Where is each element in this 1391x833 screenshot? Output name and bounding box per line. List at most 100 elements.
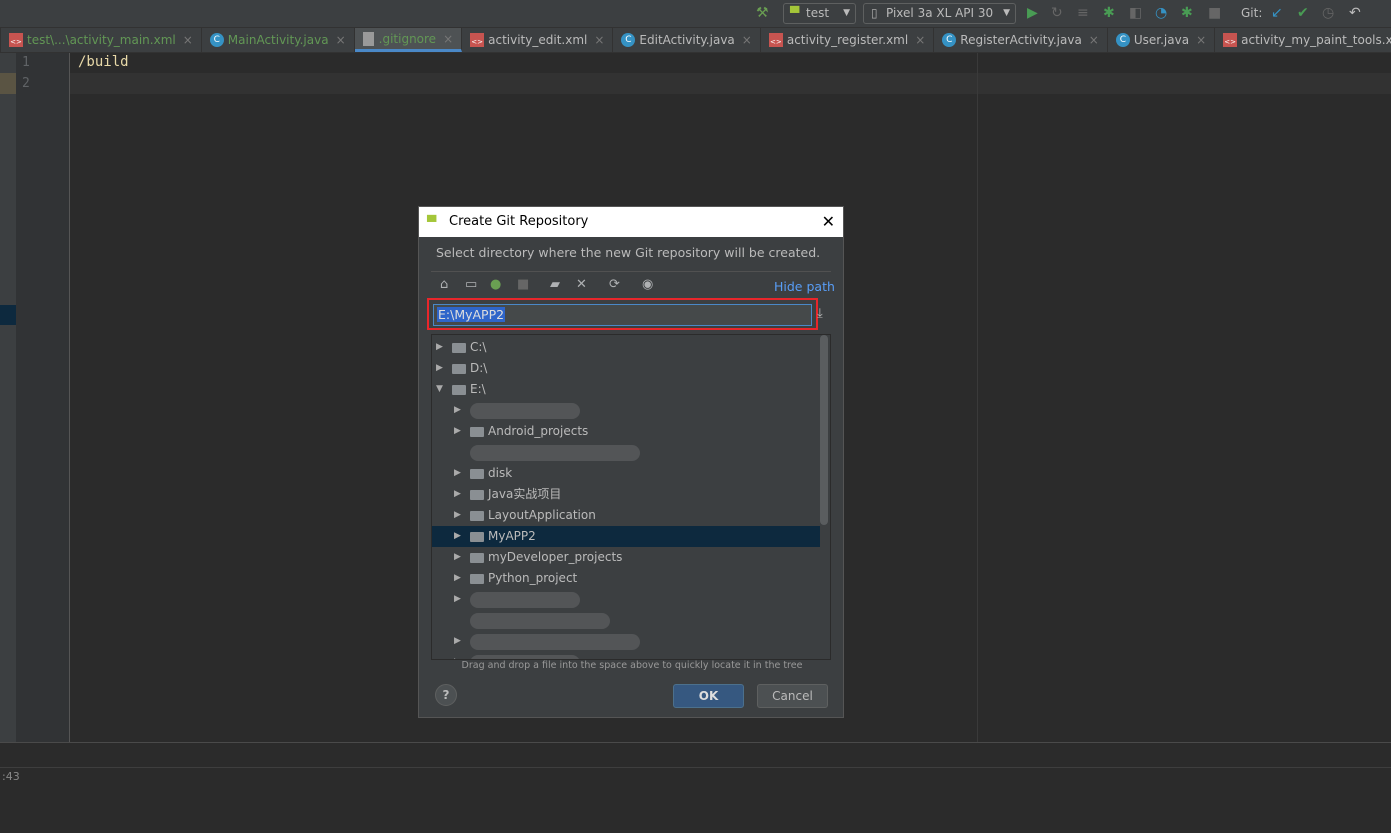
expand-arrow-icon[interactable]: ▶ [454, 652, 461, 659]
expand-arrow-icon[interactable]: ▶ [454, 505, 461, 526]
run-icon[interactable]: ▶ [1027, 5, 1038, 21]
expand-arrow-icon[interactable]: ▶ [454, 463, 461, 484]
expand-arrow-icon[interactable]: ▶ [454, 547, 461, 568]
tool-strip-selected[interactable] [0, 305, 16, 325]
tree-item[interactable]: ▶ Android_projects [432, 421, 820, 442]
apply-code-changes-icon[interactable]: ≡ [1077, 5, 1089, 21]
tab-registeractivity-java[interactable]: C RegisterActivity.java × [934, 28, 1108, 52]
attach-debugger-icon[interactable]: ◧ [1129, 5, 1142, 21]
tree-item[interactable]: ▶ [432, 589, 820, 610]
new-folder-icon[interactable]: ▰ [550, 277, 560, 292]
tab-user-java[interactable]: C User.java × [1108, 28, 1216, 52]
project-icon[interactable]: ● [490, 277, 501, 292]
download-icon[interactable]: ⤓ [817, 306, 823, 321]
close-tab-icon[interactable]: × [336, 33, 346, 47]
tree-scrollbar[interactable] [820, 335, 828, 525]
tab-label: activity_edit.xml [488, 33, 588, 47]
tree-item-label: disk [488, 466, 513, 480]
device-dropdown[interactable]: ▯ Pixel 3a XL API 30 ▼ [863, 3, 1016, 24]
delete-icon[interactable]: ✕ [576, 277, 587, 292]
apply-changes-icon[interactable]: ↻ [1051, 5, 1063, 21]
debug-icon[interactable]: ✱ [1103, 5, 1115, 21]
expand-arrow-icon[interactable]: ▶ [454, 484, 461, 505]
expand-arrow-icon[interactable]: ▶ [436, 358, 443, 379]
code-line[interactable]: /build [78, 54, 129, 70]
tree-item[interactable]: ▶ myDeveloper_projects [432, 547, 820, 568]
right-margin-guide [977, 53, 978, 742]
tree-item[interactable]: ▶ MyAPP2 [432, 526, 820, 547]
path-input[interactable]: E:\MyAPP2 [433, 304, 812, 326]
tree-item[interactable]: ▶ Python_project [432, 568, 820, 589]
left-tool-strip [0, 53, 16, 742]
close-tab-icon[interactable]: × [594, 33, 604, 47]
attach-debugger-bug-icon[interactable]: ✱ [1181, 5, 1193, 21]
hide-path-link[interactable]: Hide path [774, 279, 835, 294]
tab-activity-edit-xml[interactable]: <> activity_edit.xml × [462, 28, 614, 52]
profile-icon[interactable]: ◔ [1155, 5, 1167, 21]
path-input-value: E:\MyAPP2 [437, 307, 506, 322]
git-rollback-icon[interactable]: ↶ [1349, 5, 1361, 21]
collapse-arrow-icon[interactable]: ▼ [436, 379, 443, 400]
tab-activity-my-paint-tools-xml[interactable]: <>activity_my_paint_tools.xml× [1215, 28, 1391, 52]
stop-icon[interactable]: ■ [1208, 5, 1221, 21]
build-hammer-icon[interactable]: ⚒ [756, 5, 769, 21]
expand-arrow-icon[interactable]: ▶ [454, 526, 461, 547]
tree-item[interactable]: ▶ D:\ [432, 358, 820, 379]
close-tab-icon[interactable]: × [443, 32, 453, 46]
tab-test-activity-main-xml[interactable]: <> test\...\activity_main.xml × [1, 28, 202, 52]
tree-item[interactable]: ▶ LayoutApplication [432, 505, 820, 526]
desktop-icon[interactable]: ▭ [465, 277, 477, 292]
expand-arrow-icon[interactable]: ▶ [436, 337, 443, 358]
module-icon[interactable]: ■ [517, 277, 529, 292]
home-icon[interactable]: ⌂ [440, 277, 448, 292]
close-icon[interactable]: ✕ [822, 207, 835, 237]
expand-arrow-icon[interactable]: ▶ [454, 421, 461, 442]
tree-item-label: E:\ [470, 382, 486, 396]
folder-icon [470, 553, 484, 563]
dialog-description: Select directory where the new Git repos… [436, 245, 821, 260]
close-tab-icon[interactable]: × [1196, 33, 1206, 47]
run-config-dropdown[interactable]: ▀ test ▼ [783, 3, 856, 24]
tree-item[interactable] [432, 442, 820, 463]
close-tab-icon[interactable]: × [915, 33, 925, 47]
expand-arrow-icon[interactable]: ▶ [454, 400, 461, 421]
help-button[interactable]: ? [435, 684, 457, 706]
expand-arrow-icon[interactable]: ▶ [454, 631, 461, 652]
expand-arrow-icon[interactable]: ▶ [454, 568, 461, 589]
folder-icon [470, 511, 484, 521]
expand-arrow-icon[interactable]: ▶ [454, 589, 461, 610]
create-git-repository-dialog: ▀ Create Git Repository ✕ Select directo… [418, 206, 844, 718]
chevron-down-icon: ▼ [843, 8, 850, 18]
tree-item[interactable]: ▶ disk [432, 463, 820, 484]
tree-item-label: Android_projects [488, 424, 589, 438]
show-hidden-icon[interactable]: ◉ [642, 277, 653, 292]
tab-mainactivity-java[interactable]: C MainActivity.java × [202, 28, 355, 52]
tree-item[interactable]: ▶ [432, 400, 820, 421]
tab-label: EditActivity.java [639, 33, 735, 47]
git-history-icon[interactable]: ◷ [1322, 5, 1334, 21]
blurred-item [470, 403, 580, 419]
line-number: 1 [22, 55, 30, 70]
close-tab-icon[interactable]: × [1089, 33, 1099, 47]
tree-item[interactable]: ▶ Java实战项目 [432, 484, 820, 505]
class-icon: C [1115, 33, 1130, 47]
cancel-button[interactable]: Cancel [757, 684, 828, 708]
run-config-label: test [806, 6, 830, 20]
bottom-panel: :43 [0, 742, 1391, 833]
tree-item[interactable]: ▼ E:\ [432, 379, 820, 400]
tab-editactivity-java[interactable]: C EditActivity.java × [613, 28, 761, 52]
tree-item[interactable] [432, 610, 820, 631]
tab-activity-register-xml[interactable]: <> activity_register.xml × [761, 28, 935, 52]
refresh-icon[interactable]: ⟳ [609, 277, 620, 292]
close-tab-icon[interactable]: × [183, 33, 193, 47]
close-tab-icon[interactable]: × [742, 33, 752, 47]
git-update-icon[interactable]: ↙ [1271, 5, 1283, 21]
tab--gitignore[interactable]: .gitignore × [354, 28, 463, 52]
git-commit-icon[interactable]: ✔ [1297, 5, 1309, 21]
tree-item[interactable]: ▶ [432, 652, 820, 659]
current-line-highlight [70, 73, 1391, 94]
editor-tabs: <> test\...\activity_main.xml × C MainActivi… [0, 28, 1391, 53]
tree-item[interactable]: ▶ C:\ [432, 337, 820, 358]
ok-button[interactable]: OK [673, 684, 744, 708]
tree-item[interactable]: ▶ [432, 631, 820, 652]
